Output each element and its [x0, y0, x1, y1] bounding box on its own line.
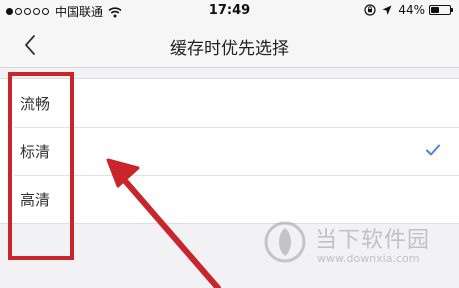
battery-fill — [431, 7, 439, 13]
page-title: 缓存时优先选择 — [170, 39, 289, 59]
option-label: 高清 — [20, 191, 51, 209]
status-bar: 中国联通 17:49 44% — [0, 0, 459, 22]
battery-percentage: 44% — [398, 3, 425, 17]
screen: 中国联通 17:49 44% 缓存时优先选择 流畅 标清 高清 当下软件园 ww… — [0, 0, 459, 288]
quality-option-list: 流畅 标清 高清 — [0, 78, 459, 224]
option-high[interactable]: 高清 — [0, 175, 459, 223]
checkmark-icon — [426, 144, 440, 156]
option-label: 流畅 — [20, 95, 51, 113]
location-icon — [382, 5, 392, 15]
watermark-title: 当下软件园 — [315, 228, 431, 253]
navigation-bar: 缓存时优先选择 — [0, 22, 459, 68]
status-right: 44% — [364, 3, 453, 17]
watermark: 当下软件园 www.downxia.com — [263, 218, 443, 270]
watermark-url: www.downxia.com — [317, 252, 420, 265]
battery-icon — [429, 5, 453, 15]
orientation-lock-icon — [364, 4, 376, 16]
option-label: 标清 — [20, 143, 51, 161]
watermark-logo-icon — [264, 221, 306, 263]
option-standard[interactable]: 标清 — [0, 127, 459, 175]
option-smooth[interactable]: 流畅 — [0, 79, 459, 127]
